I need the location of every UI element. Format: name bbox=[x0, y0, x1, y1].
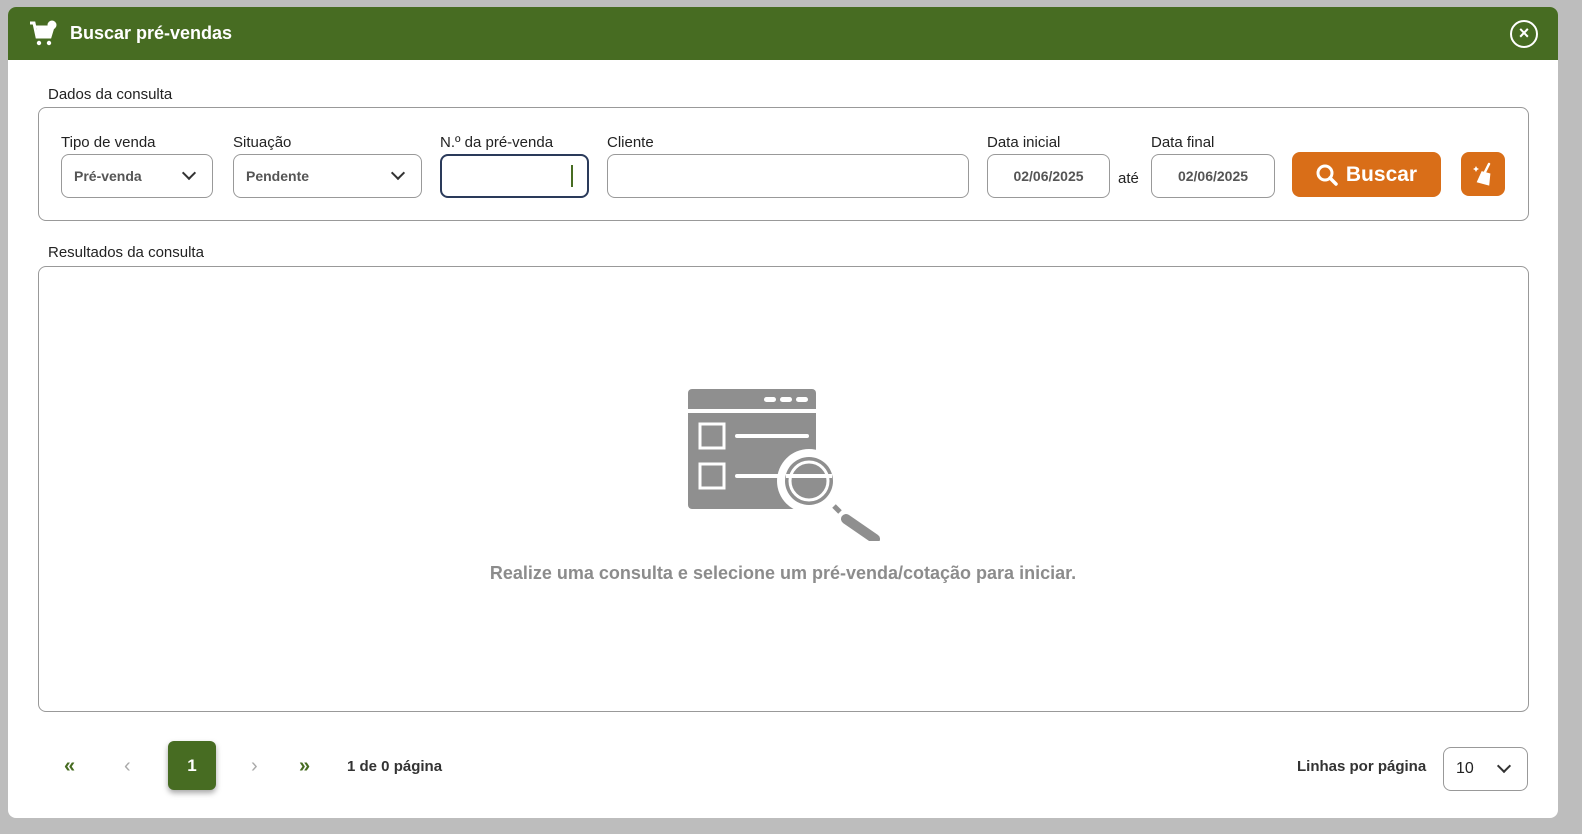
rows-per-page-value: 10 bbox=[1456, 760, 1474, 777]
situacao-select[interactable]: Pendente bbox=[233, 154, 422, 198]
page-info: 1 de 0 página bbox=[347, 758, 443, 775]
tipo-venda-select[interactable]: Pré-venda bbox=[61, 154, 213, 198]
next-page-icon[interactable]: › bbox=[251, 755, 258, 778]
previous-page-icon[interactable]: ‹ bbox=[124, 755, 131, 778]
query-section-label: Dados da consulta bbox=[48, 86, 173, 103]
last-page-icon[interactable]: » bbox=[299, 755, 310, 778]
ate-label: até bbox=[1118, 170, 1139, 187]
data-inicial-value: 02/06/2025 bbox=[1013, 168, 1084, 184]
data-final-input[interactable]: 02/06/2025 bbox=[1151, 154, 1275, 198]
cliente-input[interactable] bbox=[607, 154, 969, 198]
chevron-down-icon bbox=[1496, 758, 1512, 774]
data-final-label: Data final bbox=[1151, 134, 1215, 151]
first-page-icon[interactable]: « bbox=[64, 755, 75, 778]
chevron-down-icon bbox=[390, 165, 406, 181]
rows-per-page-select[interactable]: 10 bbox=[1443, 747, 1528, 791]
cart-icon bbox=[30, 20, 57, 46]
clear-filters-button[interactable] bbox=[1461, 152, 1505, 196]
data-inicial-input[interactable]: 02/06/2025 bbox=[987, 154, 1110, 198]
text-cursor bbox=[571, 165, 573, 187]
modal-header: Buscar pré-vendas × bbox=[8, 7, 1558, 60]
numero-input[interactable] bbox=[440, 154, 589, 198]
situacao-value: Pendente bbox=[246, 168, 310, 184]
tipo-venda-value: Pré-venda bbox=[74, 168, 142, 184]
tipo-venda-label: Tipo de venda bbox=[61, 134, 156, 151]
numero-label: N.º da pré-venda bbox=[440, 134, 554, 151]
data-final-value: 02/06/2025 bbox=[1177, 168, 1249, 184]
results-section-label: Resultados da consulta bbox=[48, 244, 204, 261]
broom-icon bbox=[1473, 162, 1491, 186]
empty-search-illustration-icon bbox=[688, 389, 880, 541]
search-pre-sales-modal: Buscar pré-vendas × Dados da consulta Ti… bbox=[8, 7, 1558, 818]
empty-results-message: Realize uma consulta e selecione um pré-… bbox=[489, 563, 1077, 583]
search-button-label: Buscar bbox=[1345, 162, 1418, 186]
data-inicial-label: Data inicial bbox=[987, 134, 1061, 151]
chevron-down-icon bbox=[181, 165, 197, 181]
rows-per-page-label: Linhas por página bbox=[1297, 758, 1427, 775]
page-button-1[interactable]: 1 bbox=[168, 741, 216, 790]
modal-title: Buscar pré-vendas bbox=[70, 23, 233, 43]
situacao-label: Situação bbox=[233, 134, 292, 151]
search-button[interactable]: Buscar bbox=[1292, 152, 1441, 197]
close-icon[interactable]: × bbox=[1510, 20, 1538, 48]
cliente-label: Cliente bbox=[607, 134, 654, 151]
search-icon bbox=[1316, 164, 1338, 186]
